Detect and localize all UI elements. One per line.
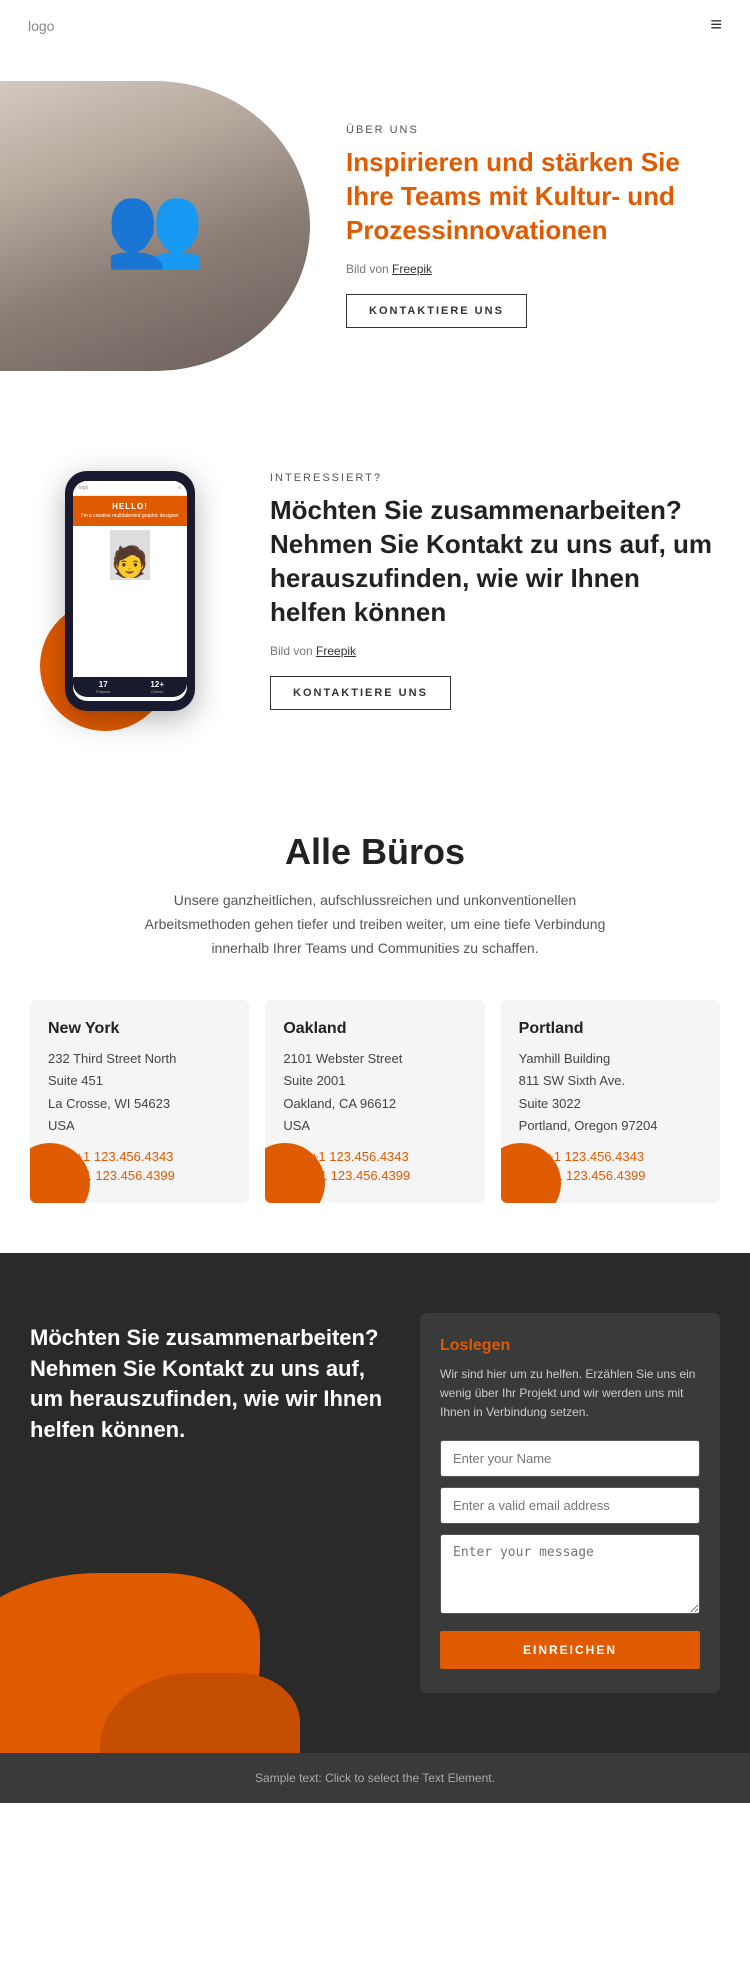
phone-hello-block: HELLO! I'm a creative multitalented grap…	[73, 496, 187, 526]
cta-form-desc: Wir sind hier um zu helfen. Erzählen Sie…	[440, 1365, 700, 1423]
interest-image-wrap: logo ≡ HELLO! I'm a creative multitalent…	[30, 471, 230, 711]
offices-grid: New York 232 Third Street NorthSuite 451…	[30, 1000, 720, 1202]
hero-image-wrap	[0, 81, 310, 371]
phone-header: logo ≡	[73, 481, 187, 496]
interest-credit: Bild von Freepik	[270, 644, 720, 658]
office-card: New York 232 Third Street NorthSuite 451…	[30, 1000, 249, 1202]
interest-section: logo ≡ HELLO! I'm a creative multitalent…	[0, 411, 750, 771]
offices-section: Alle Büros Unsere ganzheitlichen, aufsch…	[0, 771, 750, 1253]
email-input[interactable]	[440, 1487, 700, 1524]
hero-label: ÜBER UNS	[346, 124, 720, 136]
hero-section: ÜBER UNS Inspirieren und stärken Sie Ihr…	[0, 51, 750, 411]
office-name: Oakland	[283, 1020, 466, 1038]
office-name: Portland	[519, 1020, 702, 1038]
cta-left: Möchten Sie zusammenarbeiten? Nehmen Sie…	[30, 1313, 420, 1446]
offices-description: Unsere ganzheitlichen, aufschlussreichen…	[135, 889, 615, 960]
office-address: 232 Third Street NorthSuite 451La Crosse…	[48, 1048, 231, 1136]
phone-stat-1: 17 Projects	[96, 680, 110, 694]
hero-image	[0, 81, 310, 371]
phone-hello-text: HELLO!	[77, 502, 183, 511]
cta-form-card: Loslegen Wir sind hier um zu helfen. Erz…	[420, 1313, 720, 1694]
cta-title: Möchten Sie zusammenarbeiten? Nehmen Sie…	[30, 1323, 390, 1446]
menu-icon[interactable]: ≡	[710, 14, 722, 37]
interest-title: Möchten Sie zusammenarbeiten? Nehmen Sie…	[270, 494, 720, 629]
hero-credit: Bild von Freepik	[346, 262, 720, 276]
office-card: Portland Yamhill Building811 SW Sixth Av…	[501, 1000, 720, 1202]
interest-content: INTERESSIERT? Möchten Sie zusammenarbeit…	[270, 472, 720, 709]
hero-content: ÜBER UNS Inspirieren und stärken Sie Ihr…	[310, 124, 720, 327]
logo: logo	[28, 18, 54, 34]
cta-section: Möchten Sie zusammenarbeiten? Nehmen Sie…	[0, 1253, 750, 1754]
phone-desc: I'm a creative multitalented graphic des…	[77, 513, 183, 520]
phone-mockup: logo ≡ HELLO! I'm a creative multitalent…	[65, 471, 195, 711]
navbar: logo ≡	[0, 0, 750, 51]
hero-credit-link[interactable]: Freepik	[392, 262, 432, 276]
office-address: 2101 Webster StreetSuite 2001Oakland, CA…	[283, 1048, 466, 1136]
phone-logo: logo	[79, 485, 88, 491]
hero-title: Inspirieren und stärken Sie Ihre Teams m…	[346, 146, 720, 247]
name-input[interactable]	[440, 1440, 700, 1477]
office-card: Oakland 2101 Webster StreetSuite 2001Oak…	[265, 1000, 484, 1202]
phone-avatar	[110, 530, 150, 580]
office-name: New York	[48, 1020, 231, 1038]
cta-form-title: Loslegen	[440, 1337, 700, 1355]
phone-screen: logo ≡ HELLO! I'm a creative multitalent…	[73, 481, 187, 701]
submit-button[interactable]: EINREICHEN	[440, 1631, 700, 1669]
phone-menu: ≡	[178, 485, 181, 491]
phone-stats: 17 Projects 12+ Clients	[73, 677, 187, 697]
offices-title: Alle Büros	[30, 831, 720, 873]
interest-cta-button[interactable]: KONTAKTIERE UNS	[270, 676, 451, 710]
phone-stat-2: 12+ Clients	[150, 680, 164, 694]
interest-label: INTERESSIERT?	[270, 472, 720, 484]
office-address: Yamhill Building811 SW Sixth Ave.Suite 3…	[519, 1048, 702, 1136]
hero-cta-button[interactable]: KONTAKTIERE UNS	[346, 294, 527, 328]
interest-credit-link[interactable]: Freepik	[316, 644, 356, 658]
footer: Sample text: Click to select the Text El…	[0, 1753, 750, 1803]
footer-text: Sample text: Click to select the Text El…	[255, 1771, 495, 1785]
message-textarea[interactable]	[440, 1534, 700, 1614]
